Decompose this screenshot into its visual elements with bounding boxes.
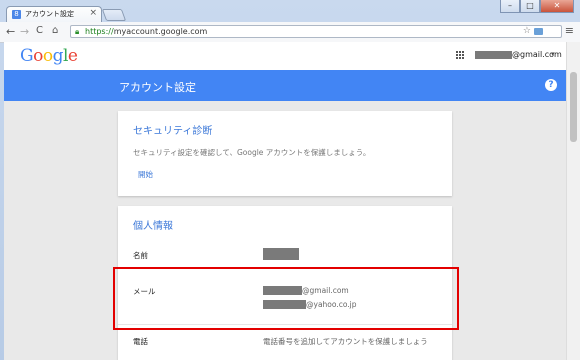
- minimize-button[interactable]: –: [500, 0, 520, 13]
- personal-info-title[interactable]: 個人情報: [133, 217, 173, 232]
- back-icon[interactable]: ←: [6, 25, 15, 38]
- page-title: アカウント設定: [119, 81, 196, 94]
- url-text: https://myaccount.google.com: [85, 27, 208, 36]
- google-header: Google @gmail.com ▾: [4, 42, 566, 71]
- apps-grid-icon[interactable]: [456, 51, 465, 60]
- browser-toolbar: ← → C ⌂ 🔒︎ https://myaccount.google.com …: [0, 22, 580, 43]
- address-bar[interactable]: 🔒︎ https://myaccount.google.com ☆: [70, 25, 562, 38]
- browser-window: 8 アカウント設定 × – □ ✕ ← → C ⌂ 🔒︎ https://mya…: [0, 0, 580, 360]
- google-logo[interactable]: Google: [20, 46, 78, 66]
- chrome-menu-icon[interactable]: ≡: [565, 24, 574, 37]
- home-icon[interactable]: ⌂: [52, 25, 58, 36]
- new-tab-button[interactable]: [101, 9, 127, 21]
- page-content: Google @gmail.com ▾ アカウント設定 ? セキュリティ診断 セ…: [4, 42, 566, 360]
- scrollbar-thumb[interactable]: [570, 72, 577, 142]
- page-scrollbar[interactable]: [566, 42, 580, 360]
- tab-close-icon[interactable]: ×: [89, 8, 97, 18]
- reload-icon[interactable]: C: [36, 25, 43, 36]
- window-controls: – □ ✕: [500, 0, 574, 14]
- tab-title: アカウント設定: [25, 10, 74, 18]
- email-highlight-box: [113, 267, 459, 330]
- settings-banner: アカウント設定 ?: [4, 70, 566, 101]
- start-link[interactable]: 開始: [138, 169, 153, 180]
- bookmark-star-icon[interactable]: ☆: [523, 26, 531, 36]
- maximize-button[interactable]: □: [520, 0, 540, 13]
- name-redaction[interactable]: [263, 248, 299, 260]
- security-checkup-card: セキュリティ診断 セキュリティ設定を確認して、Google アカウントを保護しま…: [118, 111, 452, 196]
- tab-strip: 8 アカウント設定 × – □ ✕: [0, 0, 580, 22]
- browser-tab[interactable]: 8 アカウント設定 ×: [6, 6, 102, 22]
- forward-icon[interactable]: →: [20, 25, 29, 38]
- close-window-button[interactable]: ✕: [540, 0, 574, 13]
- camera-extension-icon[interactable]: [534, 28, 543, 35]
- account-redaction: [475, 51, 512, 59]
- lock-icon: 🔒︎: [75, 27, 80, 36]
- security-checkup-description: セキュリティ設定を確認して、Google アカウントを保護しましょう。: [133, 148, 371, 157]
- account-dropdown-icon[interactable]: ▾: [551, 50, 555, 58]
- help-icon[interactable]: ?: [545, 79, 557, 91]
- security-checkup-title[interactable]: セキュリティ診断: [133, 122, 212, 137]
- name-label: 名前: [133, 251, 148, 260]
- phone-value[interactable]: 電話番号を追加してアカウントを保護しましょう: [263, 336, 428, 347]
- google-favicon-icon: 8: [12, 10, 21, 19]
- phone-label: 電話: [133, 337, 148, 346]
